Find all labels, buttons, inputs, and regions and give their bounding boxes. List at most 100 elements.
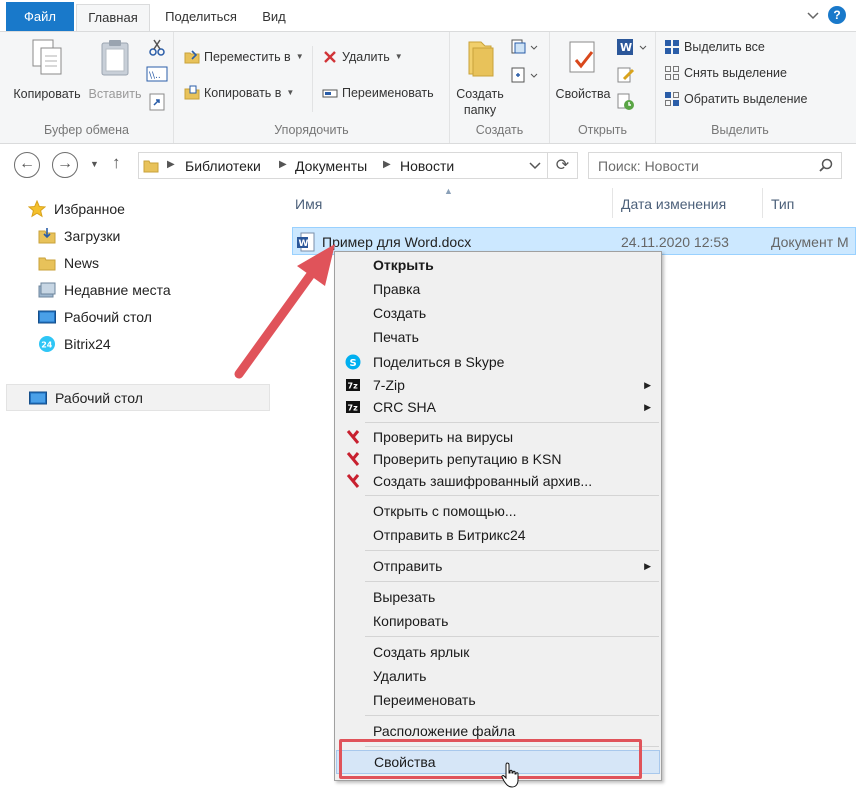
menu-label: Правка xyxy=(373,281,421,297)
sidebar-label: Рабочий стол xyxy=(55,389,143,406)
column-header-name[interactable]: Имя xyxy=(295,196,322,212)
menu-item-copy[interactable]: Копировать xyxy=(336,610,660,632)
kaspersky-icon xyxy=(346,452,360,466)
scissors-icon[interactable] xyxy=(148,38,166,56)
menu-item-scan-virus[interactable]: Проверить на вирусы xyxy=(336,426,660,448)
invert-selection-icon xyxy=(665,92,679,106)
easy-access-icon[interactable] xyxy=(510,66,540,84)
menu-label: Печать xyxy=(373,329,419,345)
menu-item-new[interactable]: Создать xyxy=(336,302,660,324)
breadcrumb-documents[interactable]: Документы xyxy=(295,158,367,174)
menu-label: Открыть с помощью... xyxy=(373,503,517,519)
sidebar-item-downloads[interactable]: Загрузки xyxy=(38,223,120,249)
sidebar-item-favorites[interactable]: Избранное xyxy=(28,196,125,222)
tab-view[interactable]: Вид xyxy=(252,4,296,32)
copy-path-icon[interactable]: \\.. xyxy=(146,66,168,82)
menu-item-crc-sha[interactable]: 7z CRC SHA ▶ xyxy=(336,396,660,418)
menu-item-create-shortcut[interactable]: Создать ярлык xyxy=(336,641,660,663)
chevron-down-icon[interactable] xyxy=(806,8,820,22)
tab-file[interactable]: Файл xyxy=(6,2,74,32)
menu-item-encrypted-archive[interactable]: Создать зашифрованный архив... xyxy=(336,470,660,492)
menu-item-send-bitrix[interactable]: Отправить в Битрикс24 xyxy=(336,524,660,546)
refresh-button[interactable]: ⟳ xyxy=(548,152,578,179)
menu-item-skype[interactable]: S Поделиться в Skype xyxy=(336,351,660,373)
menu-item-file-location[interactable]: Расположение файла xyxy=(336,720,660,742)
file-type: Документ M xyxy=(771,234,849,250)
group-label-select: Выделить xyxy=(711,123,769,137)
paste-shortcut-icon[interactable] xyxy=(148,92,166,112)
breadcrumb-libraries[interactable]: Библиотеки xyxy=(185,158,261,174)
copy-button[interactable]: Копировать xyxy=(8,38,86,102)
ribbon: Копировать Вставить \\.. Буфер обмена Пе… xyxy=(0,31,856,144)
menu-item-delete[interactable]: Удалить xyxy=(336,665,660,687)
sidebar-item-recent-places[interactable]: Недавние места xyxy=(38,277,171,303)
move-to-button[interactable]: Переместить в ▼ xyxy=(184,48,304,66)
recent-locations-dropdown[interactable]: ▼ xyxy=(90,159,99,169)
sidebar-item-desktop-fav[interactable]: Рабочий стол xyxy=(38,304,152,330)
word-open-icon[interactable]: W xyxy=(616,38,650,56)
search-input[interactable] xyxy=(589,153,809,178)
column-divider xyxy=(612,188,613,218)
group-organize: Переместить в ▼ Копировать в ▼ Удалить ▼ Пе… xyxy=(174,32,450,143)
column-header-date[interactable]: Дата изменения xyxy=(621,196,726,212)
forward-button[interactable]: → xyxy=(52,152,78,178)
svg-text:7z: 7z xyxy=(348,382,359,391)
arrow-right-icon: → xyxy=(57,155,73,172)
menu-item-rename[interactable]: Переименовать xyxy=(336,689,660,711)
menu-label: Удалить xyxy=(373,668,427,684)
copy-to-button[interactable]: Копировать в ▼ xyxy=(184,84,294,102)
menu-item-check-reputation[interactable]: Проверить репутацию в KSN xyxy=(336,448,660,470)
menu-separator xyxy=(365,746,659,747)
delete-button[interactable]: Удалить ▼ xyxy=(322,48,403,66)
skype-icon: S xyxy=(345,354,361,370)
breadcrumb-news[interactable]: Новости xyxy=(400,158,454,174)
word-document-icon: W xyxy=(297,232,315,252)
menu-item-open-with[interactable]: Открыть с помощью... xyxy=(336,500,660,522)
invert-selection-button[interactable]: Обратить выделение xyxy=(664,90,807,108)
select-none-icon xyxy=(665,66,679,80)
menu-item-cut[interactable]: Вырезать xyxy=(336,586,660,608)
search-box[interactable] xyxy=(588,152,842,179)
up-arrow-icon[interactable]: ↑ xyxy=(112,153,121,173)
new-folder-label-2: папку xyxy=(463,103,497,117)
menu-item-print[interactable]: Печать xyxy=(336,326,660,348)
address-bar[interactable]: ▶ Библиотеки ▶ Документы ▶ Новости xyxy=(138,152,548,179)
sidebar-label: Рабочий стол xyxy=(64,309,152,325)
menu-item-edit[interactable]: Правка xyxy=(336,278,660,300)
menu-item-open[interactable]: Открыть xyxy=(336,254,660,276)
edit-pencil-icon[interactable] xyxy=(616,66,636,84)
desktop-icon xyxy=(38,310,56,324)
sidebar-label: Избранное xyxy=(54,201,125,217)
column-header-type[interactable]: Тип xyxy=(771,196,794,212)
copy-icon xyxy=(32,39,62,75)
search-icon[interactable] xyxy=(819,158,833,172)
back-button[interactable]: ← xyxy=(14,152,40,178)
bitrix24-icon: 24 xyxy=(39,336,55,352)
chevron-down-icon[interactable] xyxy=(529,161,541,171)
menu-item-7zip[interactable]: 7z 7-Zip ▶ xyxy=(336,374,660,396)
select-none-button[interactable]: Снять выделение xyxy=(664,64,787,82)
tab-home[interactable]: Главная xyxy=(76,4,150,32)
sidebar-label: Bitrix24 xyxy=(64,336,111,352)
sidebar-item-bitrix24[interactable]: 24 Bitrix24 xyxy=(38,331,111,357)
folder-icon xyxy=(468,41,494,77)
history-icon[interactable] xyxy=(616,92,636,112)
properties-ribbon-button[interactable]: Свойства xyxy=(552,38,614,102)
rename-button[interactable]: Переименовать xyxy=(322,84,434,102)
paste-button[interactable]: Вставить xyxy=(86,38,144,102)
new-item-icon[interactable] xyxy=(510,38,540,56)
menu-item-properties[interactable]: Свойства xyxy=(336,750,660,774)
help-icon[interactable]: ? xyxy=(828,6,846,24)
select-all-button[interactable]: Выделить все xyxy=(664,38,765,56)
new-folder-button[interactable]: Создать папку xyxy=(452,38,508,118)
group-label-organize: Упорядочить xyxy=(274,123,349,137)
group-clipboard: Копировать Вставить \\.. Буфер обмена xyxy=(0,32,174,143)
group-label-create: Создать xyxy=(475,123,524,137)
tab-share[interactable]: Поделиться xyxy=(156,4,246,32)
menu-item-send-to[interactable]: Отправить ▶ xyxy=(336,555,660,577)
sidebar-item-desktop[interactable]: Рабочий стол xyxy=(6,384,270,411)
menu-label: Расположение файла xyxy=(373,723,516,739)
sidebar-item-news[interactable]: News xyxy=(38,250,99,276)
desktop-icon xyxy=(29,391,47,404)
paste-label: Вставить xyxy=(88,87,142,101)
